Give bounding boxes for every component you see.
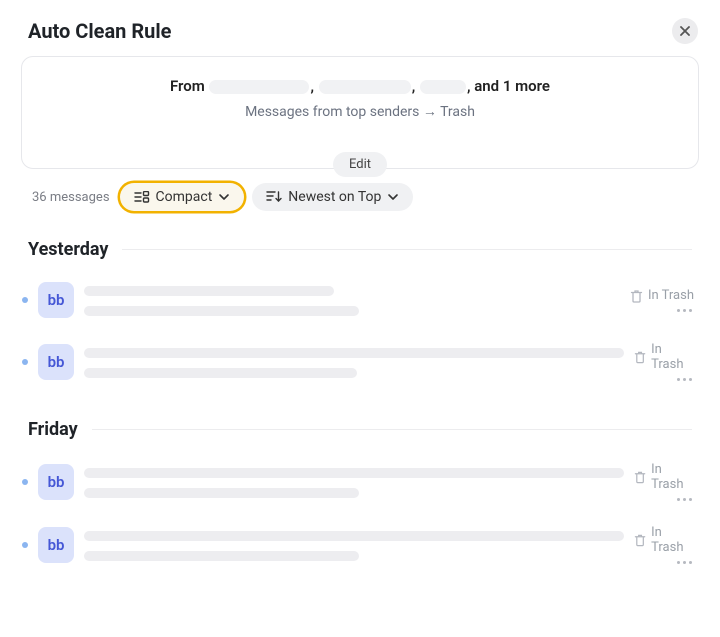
message-preview xyxy=(84,466,624,498)
sort-icon xyxy=(266,189,282,205)
trash-icon xyxy=(630,289,643,303)
sort-order-label: Newest on Top xyxy=(288,189,381,205)
message-row[interactable]: bb In Trash xyxy=(20,511,700,574)
message-row[interactable]: bb In Trash xyxy=(20,268,700,328)
list-compact-icon xyxy=(134,189,150,205)
rule-description: Messages from top senders → Trash xyxy=(42,103,678,120)
message-row[interactable]: bb In Trash xyxy=(20,328,700,391)
rule-summary-card: From , , , and 1 more Messages from top … xyxy=(21,56,699,169)
chevron-down-icon xyxy=(218,191,230,203)
unread-dot-icon xyxy=(22,297,28,303)
status-badge: In Trash xyxy=(634,462,694,492)
rule-from-line: From , , , and 1 more xyxy=(42,77,678,95)
redacted-sender xyxy=(319,80,411,94)
chevron-down-icon xyxy=(387,191,399,203)
trash-icon xyxy=(634,350,646,364)
message-count: 36 messages xyxy=(32,190,110,205)
avatar: bb xyxy=(38,527,74,563)
edit-button[interactable]: Edit xyxy=(333,152,387,177)
close-button[interactable] xyxy=(672,18,698,44)
more-actions-button[interactable] xyxy=(677,378,694,381)
from-suffix: , and 1 more xyxy=(467,77,550,95)
divider xyxy=(92,429,692,430)
status-badge: In Trash xyxy=(634,342,694,372)
avatar: bb xyxy=(38,282,74,318)
avatar: bb xyxy=(38,344,74,380)
sort-order-dropdown[interactable]: Newest on Top xyxy=(252,183,413,211)
from-prefix: From xyxy=(170,77,205,95)
message-preview xyxy=(84,346,624,378)
status-badge: In Trash xyxy=(630,288,694,303)
unread-dot-icon xyxy=(22,542,28,548)
view-density-label: Compact xyxy=(156,189,213,205)
message-row[interactable]: bb In Trash xyxy=(20,448,700,511)
message-preview xyxy=(84,284,620,316)
view-density-dropdown[interactable]: Compact xyxy=(120,183,245,211)
more-actions-button[interactable] xyxy=(677,561,694,564)
divider xyxy=(122,249,692,250)
trash-icon xyxy=(634,533,646,547)
trash-icon xyxy=(634,470,646,484)
avatar: bb xyxy=(38,464,74,500)
page-title: Auto Clean Rule xyxy=(28,19,171,43)
more-actions-button[interactable] xyxy=(677,309,694,312)
unread-dot-icon xyxy=(22,479,28,485)
more-actions-button[interactable] xyxy=(677,498,694,501)
redacted-sender xyxy=(209,80,309,94)
status-badge: In Trash xyxy=(634,525,694,555)
close-icon xyxy=(680,26,690,36)
message-preview xyxy=(84,529,624,561)
unread-dot-icon xyxy=(22,359,28,365)
section-title: Yesterday xyxy=(28,239,108,260)
redacted-sender xyxy=(420,80,466,94)
section-title: Friday xyxy=(28,419,78,440)
